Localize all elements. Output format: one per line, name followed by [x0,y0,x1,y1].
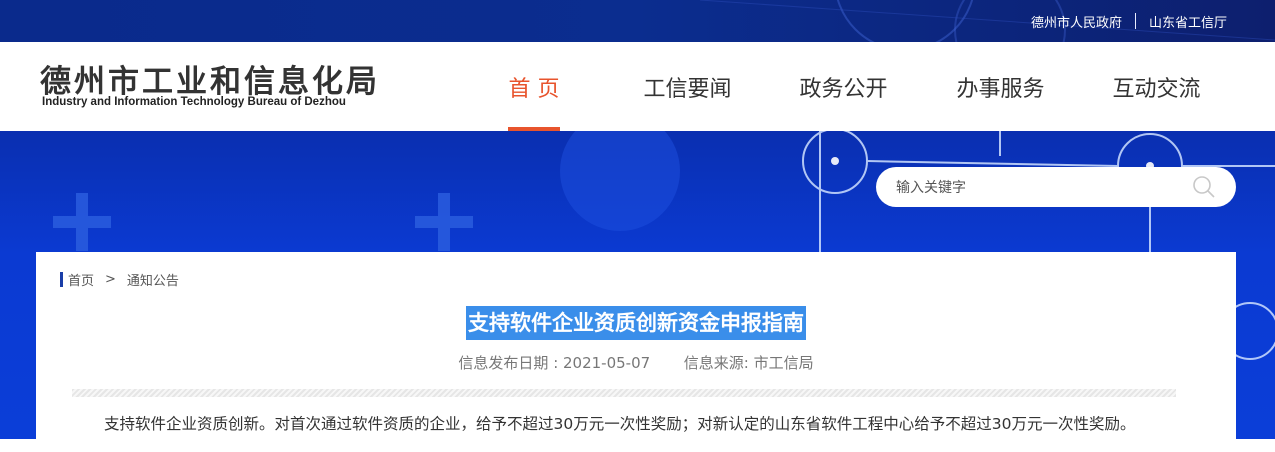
top-link-dezhou-gov[interactable]: 德州市人民政府 [1031,12,1122,31]
nav-item-public-affairs[interactable]: 政务公开 [772,42,915,131]
search-box [876,167,1236,209]
breadcrumb-home-link[interactable]: 首页 [68,270,94,289]
site-header: 德州市工业和信息化局 Industry and Information Tech… [0,42,1275,131]
nav-item-label: 首 页 [508,76,560,102]
article-source: 信息来源: 市工信局 [683,354,814,372]
article-paragraph: 支持软件企业资质创新。对首次通过软件资质的企业，给予不超过30万元一次性奖励；对… [104,415,1136,433]
nav-item-services[interactable]: 办事服务 [929,42,1072,131]
search-icon[interactable] [1192,175,1216,199]
nav-item-label: 政务公开 [799,76,888,102]
top-links: 德州市人民政府 山东省工信厅 [1031,0,1227,42]
breadcrumb-marker [60,271,63,287]
nav-item-label: 工信要闻 [643,76,732,102]
nav-item-home[interactable]: 首 页 [478,42,590,131]
article-title[interactable]: 支持软件企业资质创新资金申报指南 [466,306,806,340]
top-link-divider [1134,13,1136,29]
site-logo-title[interactable]: 德州市工业和信息化局 [40,56,380,101]
main-nav: 首 页 工信要闻 政务公开 办事服务 互动交流 [478,42,1228,131]
article-divider [72,389,1176,397]
site-logo-subtitle: Industry and Information Technology Bure… [42,96,346,108]
article-card: 首页 > 通知公告 支持软件企业资质创新资金申报指南 信息发布日期 : 2021… [36,252,1236,452]
nav-item-interaction[interactable]: 互动交流 [1085,42,1228,131]
top-strip: 德州市人民政府 山东省工信厅 [0,0,1275,42]
top-link-shandong-miit[interactable]: 山东省工信厅 [1149,12,1227,31]
breadcrumb-separator: > [105,271,116,287]
breadcrumb-current-link[interactable]: 通知公告 [127,270,179,289]
article-meta: 信息发布日期 : 2021-05-07 信息来源: 市工信局 [36,352,1236,373]
breadcrumb: 首页 > 通知公告 [60,270,179,289]
article-title-row: 支持软件企业资质创新资金申报指南 [36,306,1236,340]
nav-item-label: 互动交流 [1112,76,1201,102]
nav-item-news[interactable]: 工信要闻 [616,42,759,131]
publish-date: 信息发布日期 : 2021-05-07 [458,354,651,372]
search-input[interactable] [894,167,1178,209]
nav-item-label: 办事服务 [956,76,1045,102]
